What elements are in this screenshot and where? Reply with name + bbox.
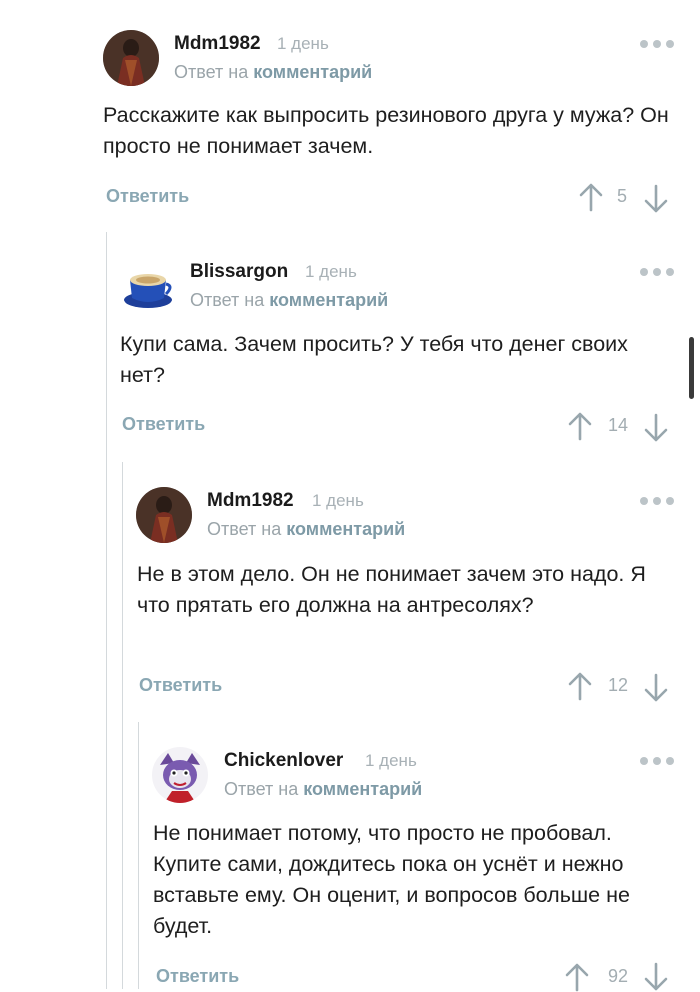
comment-text: Купи сама. Зачем просить? У тебя что ден… — [120, 332, 628, 387]
reply-to-prefix: Ответ на — [207, 519, 282, 539]
coffee-cup-avatar-icon — [120, 258, 176, 314]
comment-time: 1 день — [305, 262, 357, 281]
reply-to-prefix: Ответ на — [174, 62, 249, 82]
downvote-icon[interactable] — [643, 673, 669, 703]
author-name[interactable]: Chickenlover — [224, 750, 343, 772]
thread-line-level-2 — [122, 462, 123, 989]
reply-to-info: Ответ на комментарий — [174, 62, 372, 83]
reply-button[interactable]: Ответить — [139, 675, 222, 696]
author-name[interactable]: Blissargon — [190, 261, 288, 283]
avatar[interactable] — [120, 258, 176, 314]
rating-value: 14 — [607, 415, 628, 435]
dark-figure-avatar-icon — [136, 487, 192, 543]
more-options-icon[interactable] — [638, 265, 678, 279]
cartoon-character-avatar-icon — [152, 747, 208, 803]
comment-text: Не в этом дело. Он не понимает зачем это… — [137, 562, 646, 617]
reply-to-info: Ответ на комментарий — [207, 519, 405, 540]
rating-value: 12 — [607, 675, 628, 695]
reply-to-link[interactable]: комментарий — [269, 290, 388, 310]
scrollbar[interactable] — [689, 337, 694, 399]
avatar[interactable] — [103, 30, 159, 86]
comment-time: 1 день — [365, 751, 417, 770]
reply-button[interactable]: Ответить — [106, 186, 189, 207]
downvote-icon[interactable] — [643, 184, 669, 214]
downvote-icon[interactable] — [643, 962, 669, 992]
dark-figure-avatar-icon — [103, 30, 159, 86]
rating-value: 92 — [607, 966, 628, 986]
downvote-icon[interactable] — [643, 413, 669, 443]
avatar[interactable] — [152, 747, 208, 803]
more-options-icon[interactable] — [638, 754, 678, 768]
comment-text: Расскажите как выпросить резинового друг… — [103, 103, 669, 158]
avatar[interactable] — [136, 487, 192, 543]
comment-text: Не понимает потому, что просто не пробов… — [153, 821, 630, 938]
reply-to-link[interactable]: комментарий — [253, 62, 372, 82]
comment-time: 1 день — [277, 34, 329, 53]
more-options-icon[interactable] — [638, 37, 678, 51]
reply-button[interactable]: Ответить — [156, 966, 239, 987]
reply-to-info: Ответ на комментарий — [190, 290, 388, 311]
thread-line-level-3 — [138, 722, 139, 989]
reply-to-prefix: Ответ на — [224, 779, 299, 799]
author-name[interactable]: Mdm1982 — [207, 490, 294, 512]
thread-line-level-1 — [106, 232, 107, 989]
comment-time: 1 день — [312, 491, 364, 510]
reply-to-link[interactable]: комментарий — [303, 779, 422, 799]
more-options-icon[interactable] — [638, 494, 678, 508]
reply-to-info: Ответ на комментарий — [224, 779, 422, 800]
reply-button[interactable]: Ответить — [122, 414, 205, 435]
upvote-icon[interactable] — [564, 962, 590, 992]
author-name[interactable]: Mdm1982 — [174, 33, 261, 55]
reply-to-prefix: Ответ на — [190, 290, 265, 310]
rating-value: 5 — [616, 186, 627, 206]
reply-to-link[interactable]: комментарий — [286, 519, 405, 539]
